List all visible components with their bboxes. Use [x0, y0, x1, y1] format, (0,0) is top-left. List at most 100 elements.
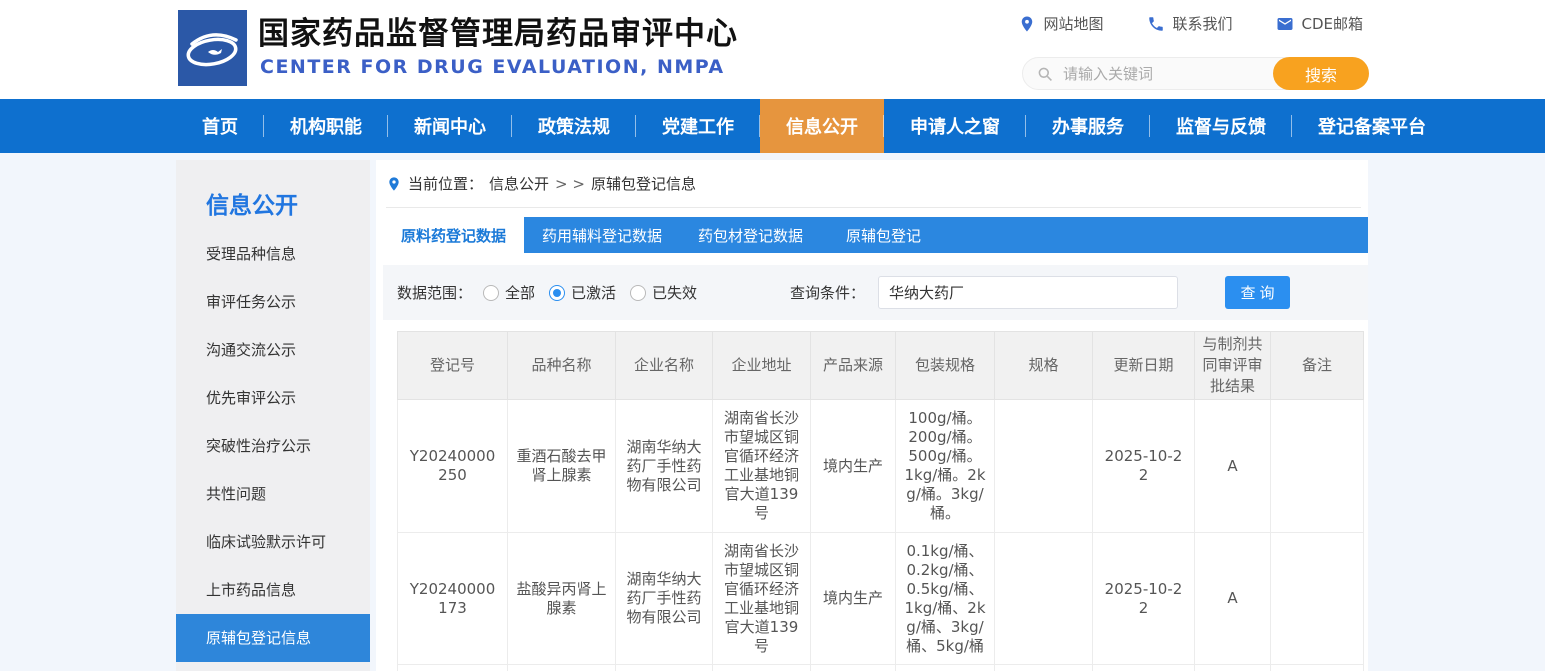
fish-swoosh-icon — [184, 22, 242, 74]
col-spec: 规格 — [995, 332, 1093, 400]
sidebar-item-raw-excipient-registration[interactable]: 原辅包登记信息 — [176, 614, 370, 662]
phone-icon — [1147, 15, 1165, 33]
sidebar-item-marketed-drugs[interactable]: 上市药品信息 — [176, 566, 370, 614]
sidebar-item-accepted-products[interactable]: 受理品种信息 — [176, 230, 370, 278]
nav-item-info-disclosure[interactable]: 信息公开 — [760, 99, 884, 153]
site-title: 国家药品监督管理局药品审评中心 — [258, 8, 738, 53]
col-product-name: 品种名称 — [508, 332, 616, 400]
sidebar-item-review-tasks[interactable]: 审评任务公示 — [176, 278, 370, 326]
sidebar-item-breakthrough-therapy[interactable]: 突破性治疗公示 — [176, 422, 370, 470]
breadcrumb-current: 原辅包登记信息 — [591, 173, 696, 194]
sitemap-link[interactable]: 网站地图 — [1018, 13, 1103, 34]
cell-update-date: 2025-10-22 — [1093, 533, 1195, 665]
cell-packaging: 0.1kg/桶、0.2kg/桶、0.5kg/桶、1kg/桶、2kg/桶、3kg/… — [896, 533, 995, 665]
col-reg-no: 登记号 — [398, 332, 508, 400]
contact-link[interactable]: 联系我们 — [1147, 13, 1232, 34]
page: 国家药品监督管理局药品审评中心 CENTER FOR DRUG EVALUATI… — [0, 0, 1545, 671]
main-content: 当前位置： 信息公开 > > 原辅包登记信息 原料药登记数据 药用辅料登记数据 … — [376, 160, 1368, 671]
table-header-row: 登记号 品种名称 企业名称 企业地址 产品来源 包装规格 规格 更新日期 与制剂… — [398, 332, 1364, 400]
tab-excipient-registration[interactable]: 药用辅料登记数据 — [524, 217, 680, 253]
cell-address: 湖南省长沙市望城区铜官循环经济工业基地铜官大道139号 — [713, 400, 811, 533]
radio-all-circle — [483, 285, 499, 301]
site-subtitle: CENTER FOR DRUG EVALUATION, NMPA — [260, 56, 725, 78]
cell-product-name: 盐酸异丙肾上腺素 — [508, 533, 616, 665]
nav-item-functions[interactable]: 机构职能 — [264, 99, 388, 153]
main-nav-items: 首页 机构职能 新闻中心 政策法规 党建工作 信息公开 申请人之窗 办事服务 监… — [176, 99, 1452, 153]
col-source: 产品来源 — [811, 332, 896, 400]
filter-bar: 数据范围： 全部 已激活 已失效 查询条件： 查询 — [383, 265, 1368, 320]
sidebar-item-priority-review[interactable]: 优先审评公示 — [176, 374, 370, 422]
nav-item-services[interactable]: 办事服务 — [1026, 99, 1150, 153]
col-update-date: 更新日期 — [1093, 332, 1195, 400]
search-icon — [1037, 66, 1053, 82]
radio-activated-label: 已激活 — [571, 282, 616, 303]
sidebar-item-common-issues[interactable]: 共性问题 — [176, 470, 370, 518]
data-tabs: 原料药登记数据 药用辅料登记数据 药包材登记数据 原辅包登记 — [383, 217, 1368, 253]
cell-reg-no: Y20240000173 — [398, 533, 508, 665]
mail-icon — [1276, 15, 1294, 33]
tab-raw-excipient-pack[interactable]: 原辅包登记 — [821, 217, 946, 253]
cell-update-date: 2025-10-22 — [1093, 400, 1195, 533]
cell-source: 境内生产 — [811, 533, 896, 665]
cell-spec — [995, 400, 1093, 533]
search-button[interactable]: 搜索 — [1273, 57, 1369, 90]
cell-company: 湖南华纳大药厂手性药物有限公司 — [616, 400, 713, 533]
search-input[interactable] — [1053, 65, 1273, 83]
location-pin-icon — [1018, 15, 1036, 33]
query-condition-label: 查询条件： — [790, 265, 865, 320]
cde-mail-link[interactable]: CDE邮箱 — [1276, 13, 1363, 34]
cell-review-result: A — [1195, 400, 1271, 533]
radio-activated-circle — [549, 285, 565, 301]
scope-radio-group: 全部 已激活 已失效 — [483, 265, 697, 320]
header-quick-links: 网站地图 联系我们 CDE邮箱 — [1018, 13, 1363, 34]
breadcrumb-separator: > > — [555, 175, 585, 193]
tab-packaging-registration[interactable]: 药包材登记数据 — [680, 217, 821, 253]
query-button[interactable]: 查询 — [1225, 276, 1290, 309]
table-row-partial — [398, 665, 1364, 671]
breadcrumb-section[interactable]: 信息公开 — [489, 173, 549, 194]
query-condition-input[interactable] — [878, 276, 1178, 309]
col-packaging: 包装规格 — [896, 332, 995, 400]
sidebar-title: 信息公开 — [176, 160, 370, 230]
sidebar-item-communication[interactable]: 沟通交流公示 — [176, 326, 370, 374]
registration-table: 登记号 品种名称 企业名称 企业地址 产品来源 包装规格 规格 更新日期 与制剂… — [397, 331, 1364, 671]
cell-product-name: 重酒石酸去甲肾上腺素 — [508, 400, 616, 533]
table-row: Y20240000250 重酒石酸去甲肾上腺素 湖南华纳大药厂手性药物有限公司 … — [398, 400, 1364, 533]
cde-mail-label: CDE邮箱 — [1301, 13, 1363, 34]
col-company: 企业名称 — [616, 332, 713, 400]
cell-reg-no: Y20240000250 — [398, 400, 508, 533]
radio-activated[interactable]: 已激活 — [549, 282, 616, 303]
cell-source: 境内生产 — [811, 400, 896, 533]
radio-all[interactable]: 全部 — [483, 282, 535, 303]
radio-expired-label: 已失效 — [652, 282, 697, 303]
sidebar-item-clinical-trial-approval[interactable]: 临床试验默示许可 — [176, 518, 370, 566]
cell-review-result: A — [1195, 533, 1271, 665]
nav-item-applicant-window[interactable]: 申请人之窗 — [884, 99, 1026, 153]
breadcrumb-prefix: 当前位置： — [408, 173, 483, 194]
sidebar: 信息公开 受理品种信息 审评任务公示 沟通交流公示 优先审评公示 突破性治疗公示… — [176, 160, 370, 671]
cell-spec — [995, 533, 1093, 665]
cde-logo — [178, 10, 247, 86]
col-remark: 备注 — [1271, 332, 1364, 400]
cell-address: 湖南省长沙市望城区铜官循环经济工业基地铜官大道139号 — [713, 533, 811, 665]
radio-all-label: 全部 — [505, 282, 535, 303]
cell-company: 湖南华纳大药厂手性药物有限公司 — [616, 533, 713, 665]
site-header: 国家药品监督管理局药品审评中心 CENTER FOR DRUG EVALUATI… — [0, 0, 1545, 99]
main-nav: 首页 机构职能 新闻中心 政策法规 党建工作 信息公开 申请人之窗 办事服务 监… — [0, 99, 1545, 153]
registration-table-wrap: 登记号 品种名称 企业名称 企业地址 产品来源 包装规格 规格 更新日期 与制剂… — [397, 331, 1363, 671]
cell-packaging: 100g/桶。200g/桶。500g/桶。1kg/桶。2kg/桶。3kg/桶。 — [896, 400, 995, 533]
nav-item-registration-platform[interactable]: 登记备案平台 — [1292, 99, 1452, 153]
radio-expired[interactable]: 已失效 — [630, 282, 697, 303]
col-review-result: 与制剂共同审评审批结果 — [1195, 332, 1271, 400]
scope-label: 数据范围： — [397, 265, 472, 320]
nav-item-news[interactable]: 新闻中心 — [388, 99, 512, 153]
col-address: 企业地址 — [713, 332, 811, 400]
nav-item-home[interactable]: 首页 — [176, 99, 264, 153]
site-search: 搜索 — [1022, 57, 1369, 90]
nav-item-party[interactable]: 党建工作 — [636, 99, 760, 153]
table-row: Y20240000173 盐酸异丙肾上腺素 湖南华纳大药厂手性药物有限公司 湖南… — [398, 533, 1364, 665]
nav-item-policy[interactable]: 政策法规 — [512, 99, 636, 153]
tab-api-registration[interactable]: 原料药登记数据 — [383, 217, 524, 253]
nav-item-supervision[interactable]: 监督与反馈 — [1150, 99, 1292, 153]
cell-remark — [1271, 533, 1364, 665]
